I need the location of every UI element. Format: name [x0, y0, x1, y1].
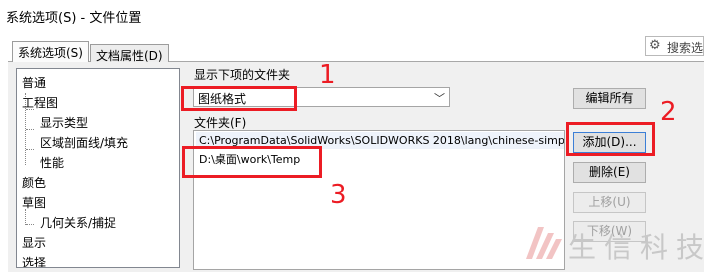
chevron-down-icon: ﹀	[434, 92, 445, 105]
watermark-text: 生信科技	[568, 231, 704, 264]
window-title: 系统选项(S) - 文件位置	[6, 11, 142, 26]
tab-system-options[interactable]: 系统选项(S)	[12, 41, 89, 62]
annotation-box-2	[566, 122, 655, 156]
tree-item-colors[interactable]: 颜色	[22, 174, 46, 191]
annotation-number-2: 2	[660, 97, 677, 127]
tree-item-relations-snaps[interactable]: 几何关系/捕捉	[40, 214, 116, 231]
tree-connector	[26, 129, 34, 130]
tree-item-display[interactable]: 显示	[22, 234, 46, 251]
tree-item-display-style[interactable]: 显示类型	[40, 114, 88, 131]
annotation-number-1: 1	[319, 60, 336, 90]
tree-item-selection[interactable]: 选择	[22, 254, 46, 267]
tree-item-drawings[interactable]: 工程图	[22, 94, 58, 111]
annotation-number-3: 3	[330, 180, 347, 210]
title-bar: 系统选项(S) - 文件位置	[0, 0, 704, 30]
delete-button[interactable]: 删除(E)	[573, 162, 646, 183]
tree-item-performance[interactable]: 性能	[40, 154, 64, 171]
tree-connector	[26, 224, 34, 225]
show-folders-label: 显示下项的文件夹	[194, 68, 291, 82]
annotation-box-3	[182, 146, 322, 178]
tab-document-properties[interactable]: 文档属性(D)	[90, 44, 169, 63]
tree-item-general[interactable]: 普通	[22, 74, 46, 91]
search-box[interactable]: ⚙ 搜索选	[645, 36, 704, 56]
gear-icon: ⚙	[649, 38, 661, 53]
edit-all-button[interactable]: 编辑所有	[573, 88, 646, 109]
watermark-logo-icon	[526, 227, 562, 259]
annotation-box-1	[181, 86, 297, 111]
search-label: 搜索选	[667, 41, 704, 55]
tree-item-sketch[interactable]: 草图	[22, 194, 46, 211]
move-up-button[interactable]: 上移(U)	[573, 192, 646, 213]
tree-connector	[25, 209, 26, 225]
tree-connector	[26, 149, 34, 150]
category-tree[interactable]: 普通 工程图 显示类型 区域剖面线/填充 性能 颜色 草图 几何关系/捕捉 显示…	[16, 68, 180, 268]
tree-item-area-hatch[interactable]: 区域剖面线/填充	[40, 134, 128, 151]
folders-label: 文件夹(F)	[194, 116, 247, 130]
